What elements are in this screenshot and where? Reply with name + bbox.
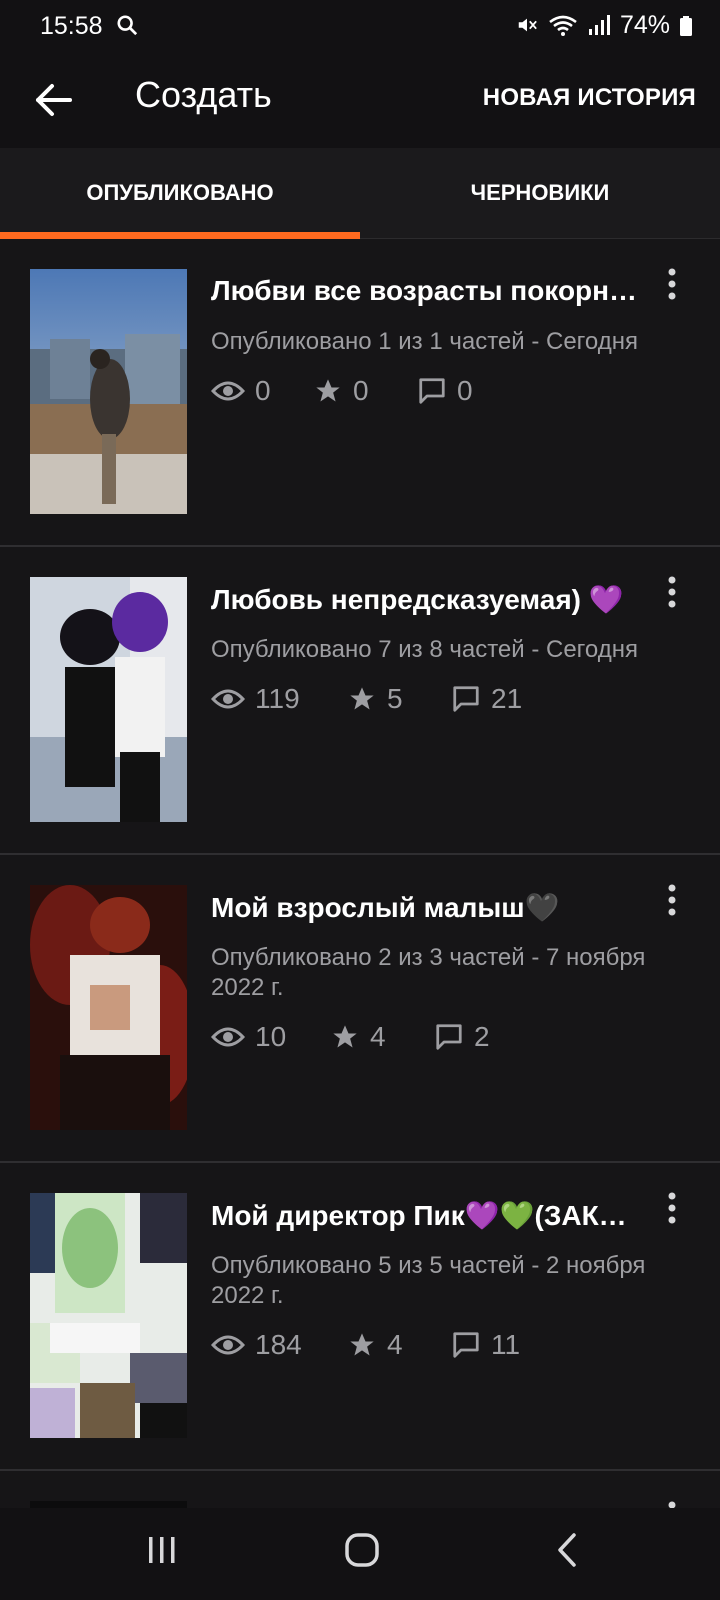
story-stats: 119 5 21: [211, 683, 522, 715]
comments-count: 2: [474, 1021, 490, 1052]
more-vertical-icon[interactable]: [660, 1191, 684, 1225]
status-time: 15:58: [40, 12, 103, 40]
mute-icon: [518, 18, 537, 32]
system-nav-bar: [0, 1508, 720, 1600]
tab-drafts-label: ЧЕРНОВИКИ: [470, 180, 610, 205]
tab-active-indicator: [0, 232, 360, 239]
story-title: Любви все возрасты покорн…: [211, 275, 638, 306]
comments-stat: 0: [417, 375, 473, 407]
views-stat: 10: [211, 1021, 330, 1053]
tab-drafts[interactable]: ЧЕРНОВИКИ: [360, 148, 720, 238]
new-story-button[interactable]: НОВАЯ ИСТОРИЯ: [483, 84, 696, 112]
eye-icon: [211, 1335, 245, 1355]
comments-count: 21: [491, 683, 523, 714]
story-title: Любовь непредсказуемая) 💜: [211, 584, 624, 615]
story-item[interactable]: Любовь непредсказуемая) 💜 Опубликовано 7…: [0, 547, 720, 855]
story-meta: Опубликовано 5 из 5 частей - 2 ноября 20…: [211, 1252, 646, 1309]
views-count: 0: [255, 375, 271, 406]
eye-icon: [211, 381, 245, 401]
views-count: 119: [255, 683, 300, 714]
votes-count: 0: [353, 375, 369, 406]
home-icon[interactable]: [344, 1532, 380, 1568]
recent-apps-icon[interactable]: [146, 1534, 178, 1566]
comments-stat: 11: [451, 1329, 520, 1361]
story-item[interactable]: Любви все возрасты покорн… Опубликовано …: [0, 239, 720, 547]
story-meta: Опубликовано 2 из 3 частей - 7 ноября 20…: [211, 944, 646, 1001]
comment-icon: [419, 378, 445, 404]
story-title: Мой директор Пик💜💚(ЗАК…: [211, 1200, 627, 1231]
story-cover: [30, 1193, 187, 1438]
signal-icon: [588, 15, 610, 35]
votes-count: 4: [387, 1329, 403, 1360]
eye-icon: [211, 1027, 245, 1047]
status-bar: 15:58 74%: [0, 0, 720, 52]
battery-percent: 74%: [619, 10, 670, 39]
story-cover: [30, 885, 187, 1130]
comment-icon: [453, 686, 479, 712]
views-stat: 119: [211, 683, 347, 715]
comments-count: 0: [457, 375, 473, 406]
votes-count: 4: [370, 1021, 386, 1052]
story-item[interactable]: Мой взрослый малыш🖤 Опубликовано 2 из 3 …: [0, 855, 720, 1163]
views-count: 184: [255, 1329, 302, 1360]
comment-icon: [436, 1024, 462, 1050]
story-stats: 10 4 2: [211, 1021, 490, 1053]
page-title: Создать: [135, 74, 272, 115]
story-title: Мой взрослый малыш🖤: [211, 892, 560, 923]
eye-icon: [211, 689, 245, 709]
story-meta: Опубликовано 7 из 8 частей - Сегодня: [211, 636, 638, 663]
comment-icon: [453, 1332, 479, 1358]
battery-icon: [680, 16, 692, 36]
tab-bar: ОПУБЛИКОВАНО ЧЕРНОВИКИ: [0, 148, 720, 239]
story-item[interactable]: Мой директор Пик💜💚(ЗАК… Опубликовано 5 и…: [0, 1163, 720, 1471]
star-icon: [350, 1333, 374, 1356]
more-vertical-icon[interactable]: [660, 575, 684, 609]
views-stat: 184: [211, 1329, 347, 1361]
votes-stat: 4: [347, 1329, 451, 1361]
story-list: Любви все возрасты покорн… Опубликовано …: [0, 239, 720, 1531]
story-stats: 184 4 11: [211, 1329, 520, 1361]
views-stat: 0: [211, 375, 313, 407]
votes-stat: 0: [313, 375, 417, 407]
star-icon: [316, 379, 340, 402]
story-stats: 0 0 0: [211, 375, 473, 407]
votes-count: 5: [387, 683, 403, 714]
app-bar: Создать НОВАЯ ИСТОРИЯ: [0, 52, 720, 148]
more-vertical-icon[interactable]: [660, 883, 684, 917]
search-icon: [117, 15, 138, 36]
star-icon: [333, 1025, 357, 1048]
more-vertical-icon[interactable]: [660, 267, 684, 301]
arrow-left-icon[interactable]: [30, 76, 78, 124]
status-right: 74%: [516, 10, 670, 39]
wifi-icon: [549, 15, 577, 36]
votes-stat: 5: [347, 683, 451, 715]
comments-count: 11: [491, 1329, 521, 1360]
star-icon: [350, 687, 374, 710]
comments-stat: 2: [434, 1021, 490, 1053]
nav-back-icon[interactable]: [552, 1532, 582, 1568]
tab-published-label: ОПУБЛИКОВАНО: [86, 180, 274, 205]
story-meta: Опубликовано 1 из 1 частей - Сегодня: [211, 328, 638, 355]
tab-published[interactable]: ОПУБЛИКОВАНО: [0, 148, 360, 238]
votes-stat: 4: [330, 1021, 434, 1053]
views-count: 10: [255, 1021, 287, 1052]
story-cover: [30, 269, 187, 514]
story-cover: [30, 577, 187, 822]
comments-stat: 21: [451, 683, 522, 715]
